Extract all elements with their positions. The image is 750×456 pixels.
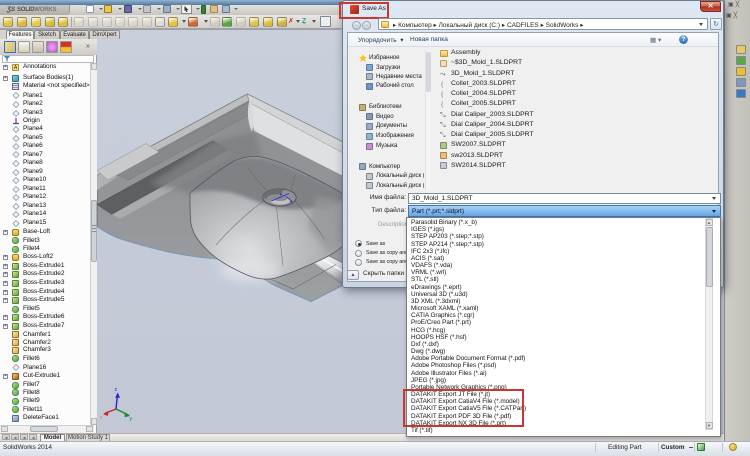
svg-text:x: x	[100, 415, 103, 421]
svg-text:z: z	[115, 387, 118, 393]
svg-text:y: y	[130, 416, 133, 422]
